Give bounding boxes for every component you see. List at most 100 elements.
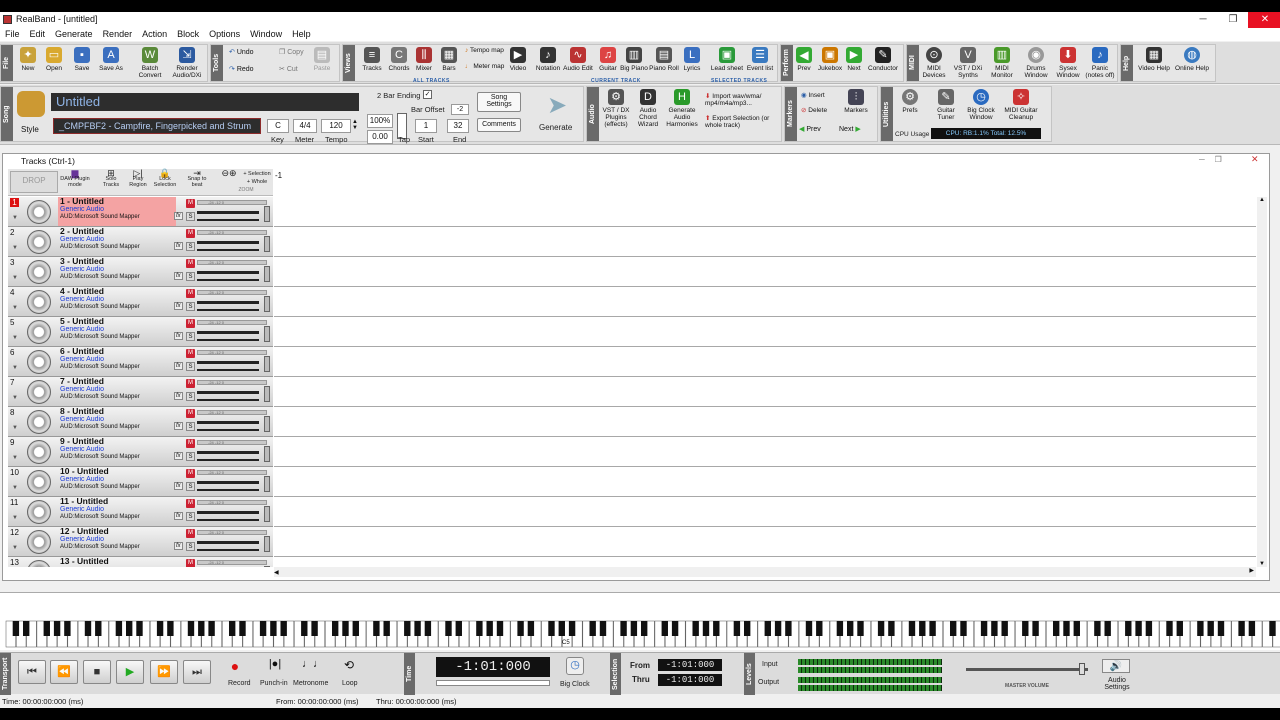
track-row[interactable]: 5 ▼ 5 - Untitled Generic Audio AUD:Microsoft… xyxy=(8,317,273,347)
fast-forward-button[interactable]: ⏩ xyxy=(150,660,178,684)
mute-button[interactable]: M xyxy=(186,439,195,448)
piano-black-key[interactable] xyxy=(1052,621,1060,636)
track-number[interactable]: 6 xyxy=(10,348,19,357)
piano-black-key[interactable] xyxy=(1032,621,1039,636)
prefs-button[interactable]: ⚙ Prefs xyxy=(895,89,925,125)
save-as-button[interactable]: A Save As xyxy=(96,47,126,83)
track-info[interactable]: 1 - Untitled Generic Audio AUD:Microsoft S… xyxy=(58,197,176,226)
track-pan-knob[interactable] xyxy=(27,410,51,434)
piano-black-key[interactable] xyxy=(187,621,195,636)
solo-tracks-button[interactable]: ⊞ Solo Tracks xyxy=(100,169,122,189)
piano-black-key[interactable] xyxy=(64,621,71,636)
audio-settings-button[interactable]: 🔊 xyxy=(1102,659,1130,673)
mute-button[interactable]: M xyxy=(186,409,195,418)
comments-button[interactable]: Comments xyxy=(477,118,521,132)
piano-black-key[interactable] xyxy=(352,621,359,636)
track-info[interactable]: 9 - Untitled Generic Audio AUD:Microsoft S… xyxy=(58,437,176,466)
track-fader-knob[interactable] xyxy=(264,356,270,372)
track-fader-knob[interactable] xyxy=(264,566,270,567)
play-region-button[interactable]: ▷| Play Region xyxy=(126,169,150,189)
next-song-button[interactable]: ▶ Next xyxy=(843,47,865,83)
track-pan-knob[interactable] xyxy=(27,440,51,464)
track-info[interactable]: 2 - Untitled Generic Audio AUD:Microsoft S… xyxy=(58,227,176,256)
piano-black-key[interactable] xyxy=(270,621,277,636)
piano-black-key[interactable] xyxy=(846,621,854,636)
fx-button[interactable]: fx xyxy=(174,392,183,400)
from-display[interactable]: -1:01:000 xyxy=(658,659,722,671)
time-slider[interactable] xyxy=(436,680,550,686)
solo-button[interactable]: S xyxy=(186,242,195,251)
track-volume-fader[interactable] xyxy=(197,331,259,334)
piano-black-key[interactable] xyxy=(1125,621,1132,636)
mute-button[interactable]: M xyxy=(186,289,195,298)
piano-black-key[interactable] xyxy=(919,621,926,636)
track-pan-fader[interactable] xyxy=(197,249,259,251)
track-pan-knob[interactable] xyxy=(27,290,51,314)
track-row[interactable]: 13▼13 - UntitledMfxS-24 -12 0 xyxy=(8,557,273,567)
track-volume-fader[interactable] xyxy=(197,421,259,424)
audio-edit-button[interactable]: ∿ Audio Edit xyxy=(563,47,593,83)
track-fader-knob[interactable] xyxy=(264,386,270,402)
marker-prev-button[interactable]: ◀ Prev xyxy=(799,125,821,133)
track-fader-knob[interactable] xyxy=(264,266,270,282)
track-number[interactable]: 4 xyxy=(10,288,19,297)
piano-black-key[interactable] xyxy=(630,621,638,636)
song-title-display[interactable]: Untitled xyxy=(51,93,359,111)
solo-button[interactable]: S xyxy=(186,422,195,431)
piano-black-key[interactable] xyxy=(331,621,339,636)
track-info[interactable]: 10 - Untitled Generic Audio AUD:Microsoft … xyxy=(58,467,176,496)
track-row[interactable]: 6 ▼ 6 - Untitled Generic Audio AUD:Microsoft… xyxy=(8,347,273,377)
play-button[interactable]: ▶ xyxy=(116,660,144,684)
track-fader-knob[interactable] xyxy=(264,416,270,432)
track-expand-icon[interactable]: ▼ xyxy=(12,365,18,371)
scroll-right-icon[interactable]: ▶ xyxy=(1249,567,1254,574)
marker-insert-button[interactable]: ◉ Insert xyxy=(801,91,825,99)
panic-button[interactable]: ♪ Panic (notes off) xyxy=(1085,47,1115,83)
piano-black-key[interactable] xyxy=(239,621,246,636)
piano-black-key[interactable] xyxy=(12,621,20,636)
jukebox-button[interactable]: ▣ Jukebox xyxy=(815,47,845,83)
piano-black-key[interactable] xyxy=(115,621,123,636)
track-info[interactable]: 11 - Untitled Generic Audio AUD:Microsoft … xyxy=(58,497,176,526)
import-audio-button[interactable]: ⬇ Import wav/wma/ mp4/m4a/mp3... xyxy=(705,93,781,107)
piano-keys[interactable] xyxy=(0,593,1280,649)
track-info[interactable]: 13 - Untitled xyxy=(58,557,176,567)
track-fader-knob[interactable] xyxy=(264,326,270,342)
piano-black-key[interactable] xyxy=(445,621,452,636)
solo-button[interactable]: S xyxy=(186,512,195,521)
track-volume-fader[interactable] xyxy=(197,391,259,394)
master-volume-slider[interactable] xyxy=(966,668,1088,671)
track-expand-icon[interactable]: ▼ xyxy=(12,395,18,401)
tracks-window-controls[interactable]: ─❐ xyxy=(1199,155,1232,164)
track-info[interactable]: 8 - Untitled Generic Audio AUD:Microsoft S… xyxy=(58,407,176,436)
solo-button[interactable]: S xyxy=(186,542,195,551)
piano-black-key[interactable] xyxy=(785,621,792,636)
piano-black-key[interactable] xyxy=(198,621,205,636)
track-pan-fader[interactable] xyxy=(197,519,259,521)
track-row[interactable]: 11 ▼ 11 - Untitled Generic Audio AUD:Microso… xyxy=(8,497,273,527)
piano-black-key[interactable] xyxy=(1176,621,1183,636)
track-pan-knob[interactable] xyxy=(27,260,51,284)
menu-render[interactable]: Render xyxy=(98,28,138,41)
mute-button[interactable]: M xyxy=(186,259,195,268)
piano-black-key[interactable] xyxy=(53,621,61,636)
piano-black-key[interactable] xyxy=(43,621,50,636)
fx-button[interactable]: fx xyxy=(174,452,183,460)
rewind-button[interactable]: ⏪ xyxy=(50,660,78,684)
solo-button[interactable]: S xyxy=(186,302,195,311)
cut-button[interactable]: ✂ Cut xyxy=(279,65,298,73)
tempo-map-button[interactable]: ♪ Tempo map xyxy=(465,47,504,54)
start-field[interactable]: 1 xyxy=(415,119,437,133)
track-fader-knob[interactable] xyxy=(264,446,270,462)
piano-black-key[interactable] xyxy=(1238,621,1245,636)
rewind-start-button[interactable]: ⏮ xyxy=(18,660,46,684)
drums-window-button[interactable]: ◉ Drums Window xyxy=(1021,47,1051,83)
solo-button[interactable]: S xyxy=(186,452,195,461)
piano-black-key[interactable] xyxy=(620,621,627,636)
piano-black-key[interactable] xyxy=(836,621,844,636)
piano-black-key[interactable] xyxy=(888,621,895,636)
track-pan-fader[interactable] xyxy=(197,489,259,491)
end-field[interactable]: 32 xyxy=(447,119,469,133)
track-expand-icon[interactable]: ▼ xyxy=(12,215,18,221)
video-help-button[interactable]: ▦ Video Help xyxy=(1137,47,1171,83)
